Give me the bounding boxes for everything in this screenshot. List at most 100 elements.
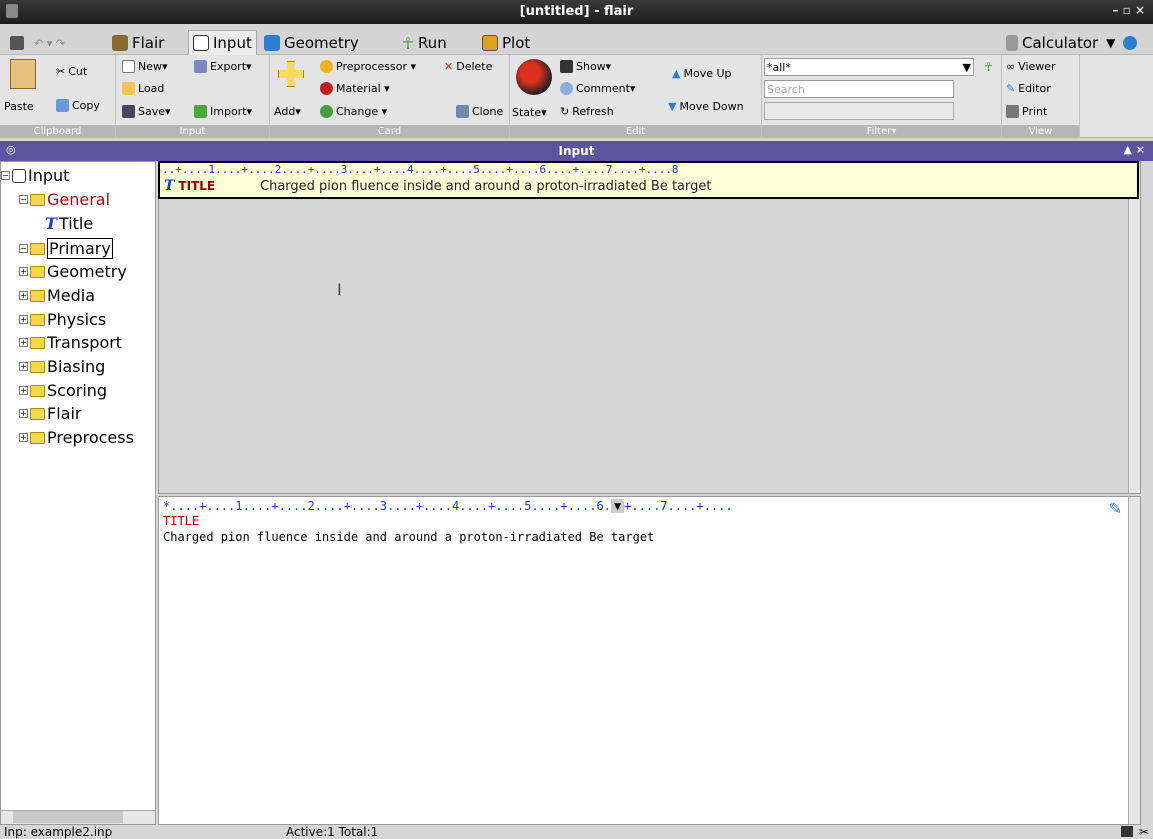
card-group-label: Card bbox=[270, 125, 509, 138]
comment-icon bbox=[560, 82, 573, 95]
show-button[interactable]: Show▾ bbox=[560, 60, 611, 73]
filter-select[interactable]: *all* ▼ bbox=[764, 58, 974, 76]
edit-group: State▾ Show▾ Comment▾ ↻ Refresh ▲ Move Up … bbox=[510, 55, 762, 138]
export-button[interactable]: Export▾ bbox=[194, 60, 252, 73]
tab-plot[interactable]: Plot bbox=[478, 32, 534, 54]
tab-input[interactable]: Input bbox=[188, 30, 257, 55]
run-filter-icon[interactable]: ☥ bbox=[984, 60, 993, 74]
filter-group-label[interactable]: Filter▾ bbox=[762, 125, 1001, 138]
folder-icon bbox=[30, 384, 45, 397]
tree-horizontal-scrollbar[interactable] bbox=[1, 810, 155, 824]
text-cursor-icon: I bbox=[337, 280, 342, 299]
paste-label[interactable]: Paste bbox=[4, 100, 34, 113]
tools-icon[interactable]: ✂ bbox=[1139, 825, 1149, 839]
tree-item-biasing[interactable]: + Biasing bbox=[19, 357, 105, 376]
tab-geometry[interactable]: Geometry bbox=[260, 32, 363, 54]
add-button[interactable]: Add▾ bbox=[274, 105, 301, 118]
tree-item-flair[interactable]: + Flair bbox=[19, 404, 81, 423]
tree-item-primary[interactable]: − Primary bbox=[19, 238, 113, 259]
move-down-button[interactable]: ▼ Move Down bbox=[668, 100, 744, 113]
panel-close-icon[interactable]: ▲ × bbox=[1123, 143, 1145, 156]
cut-icon: ✂ bbox=[56, 65, 66, 78]
tree-panel: − Input − General T Title − Primary + Geometr… bbox=[0, 161, 156, 825]
tree-item-geometry[interactable]: + Geometry bbox=[19, 262, 127, 281]
input-icon bbox=[193, 35, 209, 51]
load-button[interactable]: Load bbox=[122, 82, 164, 95]
clone-icon bbox=[456, 105, 469, 118]
info-icon[interactable] bbox=[1123, 36, 1138, 50]
viewer-button[interactable]: ∞ Viewer bbox=[1006, 60, 1056, 73]
calculator-icon bbox=[1006, 35, 1018, 51]
cut-button[interactable]: ✂ Cut bbox=[56, 65, 87, 78]
save-button[interactable]: Save▾ bbox=[122, 105, 171, 118]
terminal-icon[interactable] bbox=[1121, 826, 1133, 837]
material-button[interactable]: Material ▾ bbox=[320, 82, 390, 95]
tree-item-preprocess[interactable]: + Preprocess bbox=[19, 428, 134, 447]
tree-item-transport[interactable]: + Transport bbox=[19, 333, 122, 352]
show-icon bbox=[560, 60, 573, 73]
new-button[interactable]: New▾ bbox=[122, 60, 168, 73]
panel-menu-icon[interactable]: ◎ bbox=[6, 143, 16, 156]
folder-icon bbox=[30, 265, 45, 278]
text-editor[interactable]: *....+....1....+....2....+....3....+....… bbox=[158, 496, 1141, 825]
paste-icon bbox=[10, 59, 36, 89]
folder-icon bbox=[30, 336, 45, 349]
clone-button[interactable]: Clone bbox=[456, 105, 503, 118]
editor-line-1: TITLE bbox=[163, 514, 200, 528]
delete-icon: ✕ bbox=[444, 60, 454, 73]
new-file-icon bbox=[122, 60, 135, 73]
card-list-view[interactable] bbox=[158, 161, 1141, 494]
editor-ruler: *....+....1....+....2....+....3....+....… bbox=[163, 499, 733, 513]
add-card-icon[interactable] bbox=[278, 61, 304, 87]
folder-icon bbox=[30, 431, 45, 444]
print-button[interactable]: Print bbox=[1006, 105, 1047, 118]
preprocessor-button[interactable]: Preprocessor ▾ bbox=[320, 60, 416, 73]
import-button[interactable]: Import▾ bbox=[194, 105, 252, 118]
tree-item-physics[interactable]: + Physics bbox=[19, 310, 106, 329]
change-button[interactable]: Change ▾ bbox=[320, 105, 387, 118]
delete-button[interactable]: ✕ Delete bbox=[444, 60, 492, 73]
edit-pencil-icon[interactable]: ✎ bbox=[1109, 499, 1122, 518]
filter-extra-input[interactable] bbox=[764, 102, 954, 120]
printer-icon bbox=[1006, 105, 1019, 118]
editor-scrollbar[interactable] bbox=[1128, 497, 1140, 824]
tab-flair[interactable]: Flair bbox=[108, 32, 168, 54]
save-icon bbox=[122, 105, 135, 118]
folder-open-icon bbox=[122, 82, 135, 95]
tab-run[interactable]: ☥ Run bbox=[398, 32, 451, 54]
menubar: ↶ ▾ ↷ Flair Input Geometry ☥ Run Plot Cal… bbox=[0, 24, 1153, 55]
save-quick-icon[interactable] bbox=[10, 36, 24, 50]
undo-icon[interactable]: ↶ ▾ ↷ bbox=[34, 37, 65, 50]
move-up-button[interactable]: ▲ Move Up bbox=[672, 67, 732, 80]
status-counts: Active:1 Total:1 bbox=[286, 825, 379, 839]
card-list-scrollbar[interactable] bbox=[1128, 162, 1140, 493]
refresh-button[interactable]: ↻ Refresh bbox=[560, 105, 614, 118]
folder-icon bbox=[30, 407, 45, 420]
tree-item-scoring[interactable]: + Scoring bbox=[19, 381, 107, 400]
input-group: New▾ Load Save▾ Export▾ Import▾ Input bbox=[116, 55, 270, 138]
window-controls[interactable]: – ▫ × bbox=[1112, 3, 1145, 17]
input-group-label: Input bbox=[116, 125, 269, 138]
ribbon: Paste ✂ Cut Copy Clipboard New▾ Load Save… bbox=[0, 55, 1153, 138]
import-icon bbox=[194, 105, 207, 118]
editor-button[interactable]: ✎ Editor bbox=[1006, 82, 1051, 95]
flair-icon bbox=[112, 35, 128, 51]
tree-item-title[interactable]: T Title bbox=[45, 214, 93, 233]
tree-item-input[interactable]: − Input bbox=[1, 166, 69, 185]
card-title-text[interactable]: Charged pion fluence inside and around a… bbox=[260, 179, 711, 194]
paste-button[interactable] bbox=[10, 59, 36, 89]
state-button[interactable]: State▾ bbox=[512, 106, 547, 119]
clipboard-group-label: Clipboard bbox=[0, 125, 115, 138]
editor-line-2: Charged pion fluence inside and around a… bbox=[163, 530, 655, 544]
calculator-button[interactable]: Calculator ▼ bbox=[1002, 32, 1141, 54]
state-icon[interactable] bbox=[516, 59, 552, 95]
down-arrow-icon: ▼ bbox=[668, 100, 677, 113]
comment-button[interactable]: Comment▾ bbox=[560, 82, 635, 95]
tree-item-general[interactable]: − General bbox=[19, 190, 110, 209]
material-icon bbox=[320, 82, 333, 95]
title-card[interactable]: ..+....1....+....2....+....3....+....4..… bbox=[158, 161, 1139, 199]
tree-item-media[interactable]: + Media bbox=[19, 286, 95, 305]
view-group-label: View bbox=[1002, 125, 1079, 138]
search-input[interactable]: Search bbox=[764, 80, 954, 98]
copy-button[interactable]: Copy bbox=[56, 99, 100, 112]
